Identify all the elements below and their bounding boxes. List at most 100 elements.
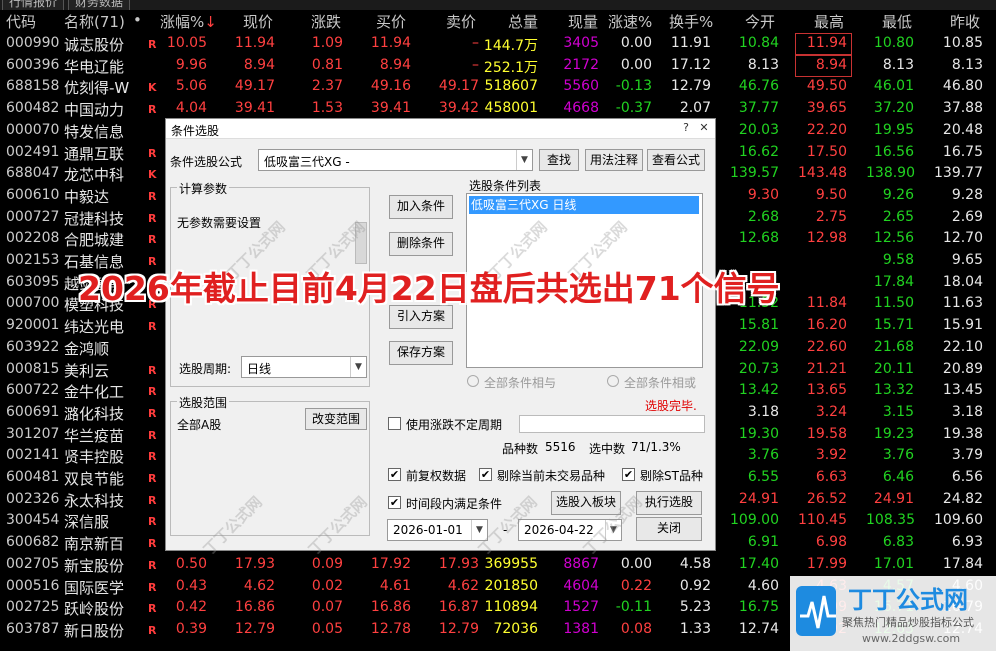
stock-code: 002208 bbox=[6, 230, 60, 247]
cell-speed: -0.37 bbox=[615, 100, 652, 117]
save-scheme-button[interactable]: 保存方案 bbox=[389, 341, 453, 365]
cell-open: 3.18 bbox=[747, 403, 779, 420]
use-period-checkbox[interactable] bbox=[388, 417, 401, 430]
cell-pct: 0.42 bbox=[175, 599, 207, 616]
stock-code: 002326 bbox=[6, 490, 60, 507]
cell-open: 6.55 bbox=[747, 469, 779, 485]
find-button[interactable]: 查找 bbox=[539, 149, 579, 171]
cell-bid: 4.61 bbox=[379, 577, 411, 594]
stock-code: 600482 bbox=[6, 100, 60, 117]
execute-select-button[interactable]: 执行选股 bbox=[636, 491, 702, 515]
cell-prev: 24.82 bbox=[942, 490, 983, 507]
stock-mark: R bbox=[148, 189, 157, 203]
stock-mark: R bbox=[148, 146, 157, 160]
chevron-down-icon[interactable]: ▼ bbox=[350, 357, 366, 377]
cell-open: 16.75 bbox=[738, 599, 779, 616]
stock-code: 002491 bbox=[6, 143, 60, 160]
cell-chg: 0.07 bbox=[311, 599, 343, 616]
exclude-now-checkbox[interactable]: ✔ bbox=[479, 468, 492, 481]
table-row[interactable]: 688158 优刻得-W K 5.06 49.17 2.37 49.16 49.17 51860… bbox=[0, 76, 996, 98]
col-open[interactable]: 今开 bbox=[745, 11, 775, 32]
cell-highlight-high bbox=[795, 55, 852, 77]
cell-prev: 16.75 bbox=[942, 143, 983, 160]
time-range-checkbox[interactable]: ✔ bbox=[388, 496, 401, 509]
col-ask[interactable]: 卖价 bbox=[446, 11, 476, 32]
date-from-select[interactable]: 2026-01-01 ▼ bbox=[387, 519, 488, 541]
condition-list-item[interactable]: 低吸富三代XG 日线 bbox=[469, 196, 699, 214]
view-formula-button[interactable]: 查看公式 bbox=[647, 149, 705, 171]
cell-price: 12.79 bbox=[234, 620, 275, 637]
stock-name: 中毅达 bbox=[64, 187, 110, 206]
col-current-volume[interactable]: 现量 bbox=[568, 11, 598, 32]
col-prev-close[interactable]: 昨收 bbox=[950, 11, 980, 32]
col-speed[interactable]: 涨速% bbox=[608, 11, 652, 32]
range-title: 选股范围 bbox=[177, 394, 230, 411]
cell-low: 16.56 bbox=[873, 143, 914, 160]
cell-speed: -0.13 bbox=[615, 78, 652, 95]
col-name[interactable]: 名称(71) bbox=[64, 11, 125, 32]
cell-high: 39.65 bbox=[806, 100, 847, 117]
period-select[interactable]: 日线 ▼ bbox=[241, 356, 367, 378]
col-low[interactable]: 最低 bbox=[882, 11, 912, 32]
cell-chg: 2.37 bbox=[311, 78, 343, 95]
stock-mark: K bbox=[148, 168, 157, 182]
close-button[interactable]: 关闭 bbox=[636, 517, 702, 541]
stock-code: 000727 bbox=[6, 208, 60, 225]
cell-speed: 0.08 bbox=[620, 620, 652, 637]
tab-quotes[interactable]: 行情报价 bbox=[2, 0, 65, 10]
radio-all-or[interactable] bbox=[607, 375, 619, 387]
table-row[interactable]: 002705 新宝股份 R 0.50 17.93 0.09 17.92 17.93 369955… bbox=[0, 554, 996, 576]
formula-select[interactable]: 低吸富三代XG - ▼ bbox=[258, 149, 533, 171]
radio-all-and[interactable] bbox=[467, 375, 479, 387]
stock-name: 特发信息 bbox=[64, 122, 125, 141]
exclude-now-label: 剔除当前未交易品种 bbox=[497, 469, 606, 483]
stock-name: 永太科技 bbox=[64, 491, 125, 510]
stock-mark: R bbox=[148, 580, 157, 594]
col-pct-label: 涨幅% bbox=[160, 13, 205, 31]
sort-desc-icon: ↓ bbox=[204, 13, 217, 31]
cell-open: 4.60 bbox=[747, 577, 779, 594]
cell-high: 9.50 bbox=[815, 186, 847, 203]
add-condition-button[interactable]: 加入条件 bbox=[389, 195, 453, 219]
cell-high: 26.52 bbox=[806, 490, 847, 507]
cell-low: 10.80 bbox=[873, 35, 914, 51]
cell-cur: 1527 bbox=[563, 599, 599, 616]
cell-low: 9.58 bbox=[882, 252, 914, 268]
stock-mark: R bbox=[148, 363, 157, 377]
dialog-titlebar[interactable]: 条件选股 ? ✕ bbox=[166, 119, 715, 139]
col-high[interactable]: 最高 bbox=[814, 11, 844, 32]
tab-finance[interactable]: 财务数据 bbox=[68, 0, 131, 10]
exclude-st-checkbox[interactable]: ✔ bbox=[622, 468, 635, 481]
cell-low: 24.91 bbox=[873, 490, 914, 507]
usage-notes-button[interactable]: 用法注释 bbox=[585, 149, 643, 171]
col-dot: • bbox=[133, 11, 142, 29]
cell-price: 39.41 bbox=[234, 100, 275, 117]
cell-open: 24.91 bbox=[738, 490, 779, 507]
stock-code: 603095 bbox=[6, 273, 60, 290]
stock-code: 000700 bbox=[6, 295, 60, 312]
table-row[interactable]: 600482 中国动力 R 4.04 39.41 1.53 39.41 39.42 458001… bbox=[0, 98, 996, 120]
cell-pct: 5.06 bbox=[175, 78, 207, 95]
chevron-down-icon[interactable]: ▼ bbox=[516, 150, 532, 170]
col-bid[interactable]: 买价 bbox=[376, 11, 406, 32]
fq-checkbox[interactable]: ✔ bbox=[388, 468, 401, 481]
cell-bid: 16.86 bbox=[370, 599, 411, 616]
col-turnover[interactable]: 换手% bbox=[669, 11, 713, 32]
cell-chg: 0.05 bbox=[311, 620, 343, 637]
cell-prev: 17.84 bbox=[942, 555, 983, 572]
col-pct[interactable]: 涨幅%↓ bbox=[160, 11, 217, 32]
stock-mark: R bbox=[148, 450, 157, 464]
exclude-st-label: 剔除ST品种 bbox=[640, 469, 703, 483]
col-price[interactable]: 现价 bbox=[243, 11, 273, 32]
help-icon[interactable]: ? bbox=[679, 121, 693, 135]
col-code[interactable]: 代码 bbox=[6, 11, 36, 32]
stock-mark: R bbox=[148, 38, 157, 51]
cell-low: 138.90 bbox=[866, 165, 915, 182]
change-range-button[interactable]: 改变范围 bbox=[305, 408, 367, 430]
params-text: 无参数需要设置 bbox=[177, 216, 262, 230]
delete-condition-button[interactable]: 删除条件 bbox=[389, 232, 453, 256]
col-change[interactable]: 涨跌 bbox=[311, 11, 341, 32]
close-icon[interactable]: ✕ bbox=[697, 121, 711, 135]
period-input[interactable] bbox=[519, 415, 705, 433]
col-volume[interactable]: 总量 bbox=[508, 11, 538, 32]
